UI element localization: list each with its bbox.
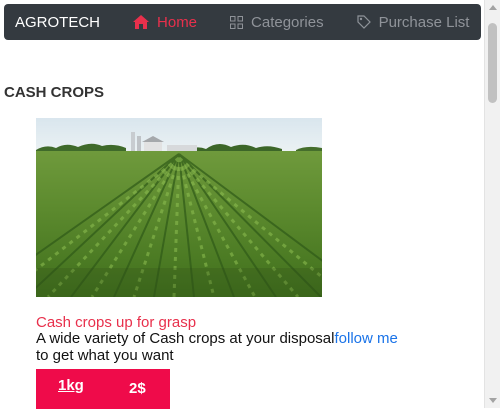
section-title: CASH CROPS	[4, 84, 105, 101]
nav-categories[interactable]: Categories	[230, 14, 324, 31]
card-description-end: to get what you want	[36, 347, 174, 364]
price-label: 2$	[129, 380, 146, 397]
nav-purchase-list[interactable]: Purchase List	[356, 13, 470, 31]
scroll-thumb[interactable]	[488, 23, 497, 103]
scroll-down-arrow[interactable]	[489, 398, 497, 403]
grid-icon	[230, 15, 244, 29]
nav-home[interactable]: Home	[133, 14, 197, 31]
follow-me-link[interactable]: follow me	[334, 330, 397, 347]
home-icon	[133, 15, 150, 29]
card-description-text: A wide variety of Cash crops at your dis…	[36, 330, 335, 347]
brand-logo[interactable]: AGROTECH	[15, 14, 100, 31]
nav-purchase-list-label: Purchase List	[378, 13, 470, 31]
crop-field-image	[36, 118, 322, 297]
nav-home-label: Home	[157, 13, 198, 31]
card-title: Cash crops up for grasp	[36, 314, 197, 331]
quantity-label: 1kg	[58, 377, 84, 394]
price-box[interactable]: 1kg 2$	[36, 369, 170, 409]
card-description: A wide variety of Cash crops at your dis…	[36, 330, 456, 364]
scroll-up-arrow[interactable]	[489, 5, 497, 10]
nav-categories-label: Categories	[251, 13, 324, 31]
navbar: AGROTECH Home Categories Purchase List	[4, 4, 481, 40]
vertical-scrollbar[interactable]	[484, 0, 500, 408]
tag-icon	[356, 15, 371, 29]
